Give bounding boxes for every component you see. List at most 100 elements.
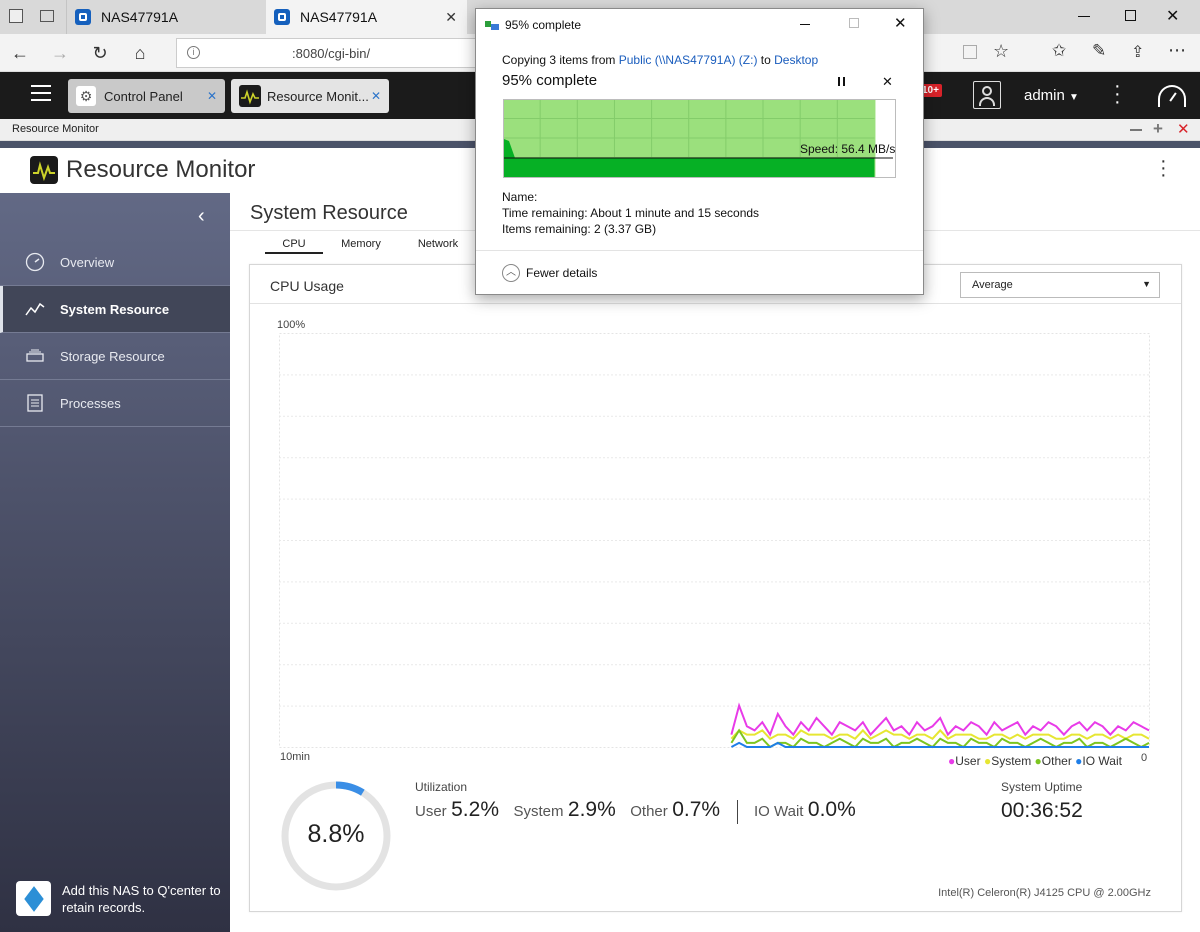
util-other-label: Other	[630, 803, 668, 820]
favorite-star-icon[interactable]: ☆	[993, 41, 1009, 62]
app-menu-kebab-icon[interactable]: · · ·	[1160, 151, 1168, 185]
util-system-label: System	[513, 803, 564, 820]
utilization-label: Utilization	[415, 780, 468, 794]
progress-heading: 95% complete	[502, 72, 598, 89]
browser-tab-1[interactable]: NAS47791A	[66, 0, 264, 34]
speed-label: Speed: 56.4 MB/s	[800, 142, 896, 156]
browser-tab-label: NAS47791A	[300, 9, 378, 25]
chart-legend: ●User ●System ●Other ●IO Wait	[948, 754, 1122, 768]
tab-network[interactable]: Network	[409, 238, 467, 250]
copying-to: to	[757, 53, 775, 67]
forward-icon[interactable]: →	[48, 44, 72, 62]
dest-link[interactable]: Desktop	[774, 53, 818, 67]
cancel-copy-icon[interactable]: ✕	[882, 74, 893, 90]
sidebar-item-label: System Resource	[60, 301, 170, 317]
info-icon: i	[187, 46, 200, 59]
qts-tab-label: Control Panel	[104, 88, 183, 104]
panel-header-divider	[250, 303, 1181, 304]
copy-source-line: Copying 3 items from Public (\\NAS47791A…	[502, 53, 818, 67]
favorites-list-icon[interactable]: ✩	[1052, 41, 1066, 61]
tab-memory[interactable]: Memory	[332, 238, 390, 250]
sidebar-item-overview[interactable]: Overview	[0, 239, 230, 286]
qts-tab-resource-monitor[interactable]: Resource Monit... ✕	[231, 79, 389, 113]
chevron-up-icon: ︿	[502, 264, 520, 282]
set-aside-tabs-icon[interactable]	[40, 10, 54, 22]
cpu-usage-panel: CPU Usage Average ▼ 100% 10min ●User ●Sy…	[249, 264, 1182, 912]
sidebar-item-processes[interactable]: Processes	[0, 380, 230, 427]
sidebar-item-storage-resource[interactable]: Storage Resource	[0, 333, 230, 380]
util-user-label: User	[415, 803, 447, 820]
gear-icon: ⚙	[76, 86, 96, 106]
gauge-value: 8.8%	[307, 820, 365, 848]
legend-system: System	[991, 754, 1032, 768]
page-title: System Resource	[250, 202, 408, 224]
tab-cpu[interactable]: CPU	[265, 238, 323, 254]
legend-user: User	[955, 754, 981, 768]
notes-pen-icon[interactable]: ✎	[1092, 41, 1106, 61]
minimize-icon[interactable]	[1078, 16, 1090, 17]
reading-view-icon[interactable]	[963, 45, 977, 59]
window-maximize-icon[interactable]: +	[1153, 119, 1163, 139]
qts-tab-label: Resource Monit...	[267, 88, 369, 104]
close-tab-icon[interactable]: ✕	[445, 9, 457, 26]
window-minimize-icon[interactable]	[1130, 129, 1142, 131]
window-close-icon[interactable]: ✕	[1177, 120, 1190, 138]
url-text: :8080/cgi-bin/	[292, 46, 371, 61]
y-axis-top-label: 100%	[277, 319, 306, 331]
cpu-model: Intel(R) Celeron(R) J4125 CPU @ 2.00GHz	[938, 887, 1151, 899]
user-avatar-icon[interactable]	[973, 81, 1001, 109]
copy-dialog-icon	[485, 19, 499, 31]
source-link[interactable]: Public (\\NAS47791A) (Z:)	[619, 53, 758, 67]
qts-tab-control-panel[interactable]: ⚙ Control Panel ✕	[68, 79, 225, 113]
x-axis-right-label: 0	[1141, 752, 1148, 764]
collapse-sidebar-icon[interactable]: ‹	[198, 205, 205, 228]
app-title: Resource Monitor	[66, 156, 256, 183]
sidebar-item-label: Processes	[60, 395, 121, 411]
qcenter-icon	[16, 881, 51, 916]
dialog-title: 95% complete	[505, 18, 582, 32]
uptime-label: System Uptime	[1001, 780, 1083, 794]
close-window-icon[interactable]: ✕	[1166, 6, 1179, 26]
aggregation-dropdown[interactable]: Average ▼	[960, 272, 1160, 298]
fewer-details-button[interactable]: ︿ Fewer details	[502, 264, 597, 282]
user-menu[interactable]: admin ▼	[1024, 87, 1079, 104]
cpu-usage-chart	[279, 333, 1150, 749]
window-title: Resource Monitor	[12, 123, 99, 135]
pause-icon[interactable]	[838, 77, 845, 86]
more-menu-icon[interactable]: ⋯	[1168, 40, 1186, 61]
dashboard-speedometer-icon[interactable]	[1158, 85, 1186, 107]
refresh-icon[interactable]: ↻	[88, 44, 112, 62]
username: admin	[1024, 87, 1065, 104]
storage-icon	[25, 346, 45, 366]
legend-other: Other	[1041, 754, 1072, 768]
qcenter-hint[interactable]: Add this NAS to Q'center to retain recor…	[62, 882, 222, 916]
url-field[interactable]: i :8080/cgi-bin/	[176, 38, 476, 68]
panel-title: CPU Usage	[270, 278, 344, 294]
tab-actions-icon[interactable]	[9, 9, 23, 23]
back-icon[interactable]: ←	[8, 44, 32, 62]
fewer-details-label: Fewer details	[526, 266, 598, 280]
qnap-favicon-icon	[274, 9, 290, 25]
util-system-value: 2.9%	[567, 798, 616, 821]
sidebar: ‹ Overview System Resource Storage Resou…	[0, 193, 230, 932]
sidebar-item-label: Overview	[60, 254, 115, 270]
share-icon[interactable]: ⇪	[1131, 42, 1144, 62]
dialog-minimize-icon[interactable]	[800, 24, 810, 25]
home-icon[interactable]: ⌂	[128, 44, 152, 62]
maximize-icon[interactable]	[1125, 10, 1136, 21]
browser-tab-2[interactable]: NAS47791A ✕	[266, 0, 467, 34]
sidebar-item-system-resource[interactable]: System Resource	[0, 286, 230, 333]
uptime-value: 00:36:52	[1001, 799, 1083, 822]
close-tab-icon[interactable]: ✕	[371, 89, 381, 103]
copying-prefix: Copying 3 items from	[502, 53, 619, 67]
items-remaining: Items remaining: 2 (3.37 GB)	[502, 222, 657, 236]
dropdown-value: Average	[972, 279, 1013, 291]
util-other-value: 0.7%	[672, 798, 721, 821]
dialog-close-icon[interactable]: ✕	[894, 14, 907, 32]
dialog-footer-divider	[476, 250, 923, 251]
close-tab-icon[interactable]: ✕	[207, 89, 217, 103]
options-kebab-icon[interactable]: · · ·	[1114, 76, 1122, 112]
main-menu-icon[interactable]	[31, 85, 51, 101]
chart-line-icon	[25, 299, 45, 319]
qnap-favicon-icon	[75, 9, 91, 25]
